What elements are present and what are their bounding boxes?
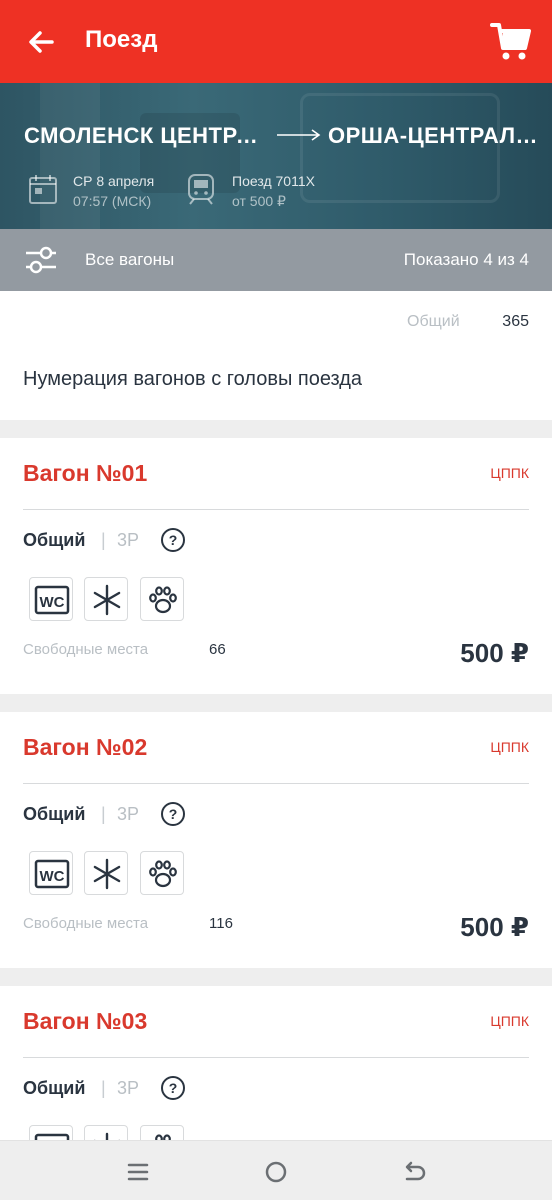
car-type-count: 365 [502, 313, 529, 330]
free-seats-count: 66 [209, 641, 226, 658]
filter-label[interactable]: Все вагоны [85, 250, 174, 270]
car-title: Вагон №03 [23, 1008, 148, 1034]
divider [23, 783, 529, 784]
class-separator: | [101, 1078, 106, 1098]
shown-count: Показано 4 из 4 [403, 250, 529, 269]
car-filter-bar[interactable]: Все вагоны Показано 4 из 4 [0, 229, 552, 291]
car-class: Общий [23, 1078, 86, 1098]
cart-icon[interactable] [488, 18, 534, 64]
route-line: СМОЛЕНСК ЦЕНТРАЛЬНЫЙ ОРША-ЦЕНТРАЛЬНАЯ [24, 123, 540, 153]
menu-icon[interactable] [123, 1157, 153, 1187]
departure-date: СР 8 апреля [73, 173, 155, 189]
car-card[interactable]: Вагон №01 ЦППК Общий | 3Р ? WC Свободные… [0, 438, 552, 694]
divider [23, 509, 529, 510]
arrow-right-icon [277, 129, 321, 141]
free-seats-label: Свободные места [23, 915, 149, 932]
svg-text:WC: WC [40, 594, 65, 611]
car-title: Вагон №01 [23, 460, 148, 486]
train-block: Поезд 7011Х от 500 ₽ [232, 171, 315, 211]
wc-icon: WC [29, 851, 73, 895]
car-class: Общий [23, 530, 86, 550]
carrier-label: ЦППК [490, 465, 529, 481]
svg-text:WC: WC [40, 868, 65, 885]
departure-time: 07:57 (МСК) [73, 193, 152, 209]
svg-text:?: ? [169, 532, 178, 548]
paw-icon [140, 577, 184, 621]
date-block: СР 8 апреля 07:57 (МСК) [73, 171, 154, 211]
free-seats-label: Свободные места [23, 641, 149, 658]
divider [23, 1057, 529, 1058]
paw-icon [140, 851, 184, 895]
snowflake-icon [84, 851, 128, 895]
help-icon[interactable]: ? [160, 801, 186, 827]
help-icon[interactable]: ? [160, 1075, 186, 1101]
help-icon[interactable]: ? [160, 527, 186, 553]
calendar-icon [29, 175, 57, 204]
price-from: от 500 ₽ [232, 193, 286, 209]
service-class: 3Р [117, 530, 140, 550]
route-banner: СМОЛЕНСК ЦЕНТРАЛЬНЫЙ ОРША-ЦЕНТРАЛЬНАЯ СР… [0, 83, 552, 229]
car-card[interactable]: Вагон №02 ЦППК Общий | 3Р ? WC Свободные… [0, 712, 552, 968]
carrier-label: ЦППК [490, 739, 529, 755]
car-price: 500 ₽ [460, 638, 529, 668]
train-icon [188, 174, 214, 205]
svg-text:?: ? [169, 1080, 178, 1096]
service-class: 3Р [117, 804, 140, 824]
train-info: Общий 365 Нумерация вагонов с головы пое… [0, 291, 552, 420]
back-nav-icon[interactable] [399, 1157, 429, 1187]
system-nav-bar [0, 1140, 552, 1200]
page-title: Поезд [85, 26, 158, 53]
app-bar: Поезд [0, 0, 552, 83]
numbering-note: Нумерация вагонов с головы поезда [23, 368, 363, 390]
snowflake-icon [84, 577, 128, 621]
train-number: Поезд 7011Х [232, 173, 315, 189]
wc-icon: WC [29, 577, 73, 621]
car-type-label: Общий [407, 313, 460, 330]
car-title: Вагон №02 [23, 734, 148, 760]
car-price: 500 ₽ [460, 912, 529, 942]
service-class: 3Р [117, 1078, 140, 1098]
home-icon[interactable] [261, 1157, 291, 1187]
arrow-left-icon[interactable] [22, 22, 62, 62]
free-seats-count: 116 [209, 915, 233, 932]
class-separator: | [101, 530, 106, 550]
svg-text:?: ? [169, 806, 178, 822]
departure-station: СМОЛЕНСК ЦЕНТРАЛЬНЫЙ [24, 123, 269, 148]
car-class: Общий [23, 804, 86, 824]
arrival-station: ОРША-ЦЕНТРАЛЬНАЯ [328, 123, 540, 148]
carrier-label: ЦППК [490, 1013, 529, 1029]
class-separator: | [101, 804, 106, 824]
sliders-icon[interactable] [24, 244, 58, 276]
